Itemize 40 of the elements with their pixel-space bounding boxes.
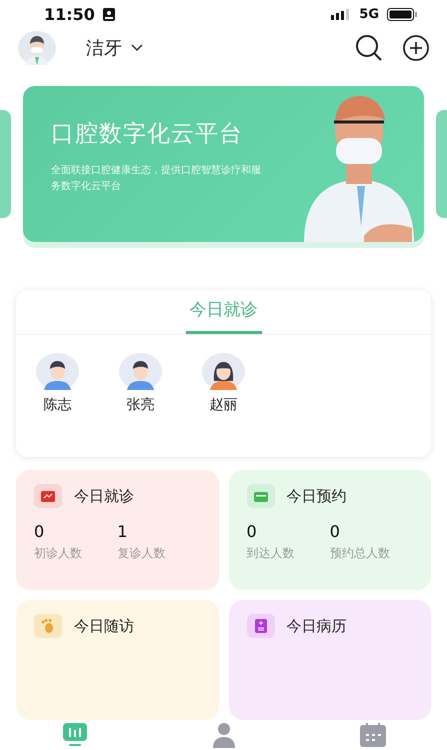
stat-value: 1 — [117, 522, 128, 542]
stat-value: 0 — [34, 522, 46, 542]
stat-label: 复诊人数 — [117, 545, 166, 562]
stat-card[interactable]: 今日就诊 0 初诊人数 1 复诊人数 — [16, 470, 218, 590]
signal-icon — [331, 9, 352, 20]
stat-label: 到达人数 — [246, 545, 296, 562]
avatar-icon — [119, 352, 162, 390]
stat-title: 今日就诊 — [74, 486, 134, 506]
patient-name[interactable]: 陈志 — [44, 396, 72, 414]
patient-name[interactable]: 赵丽 — [210, 396, 238, 414]
person-tab[interactable] — [210, 722, 236, 748]
stat-title: 今日病历 — [286, 616, 346, 636]
stat-card[interactable]: 今日随访 — [16, 600, 218, 720]
network-label: 5G — [359, 7, 379, 22]
id-card-icon — [102, 8, 115, 22]
banner-subtitle: 全面联接口腔健康生态，提供口腔智慧诊疗和服务数字化云平台 — [51, 164, 261, 194]
chart-case-icon — [41, 490, 55, 502]
search-icon[interactable] — [355, 34, 383, 62]
footprint-icon — [41, 619, 55, 634]
battery-icon — [387, 8, 417, 22]
card-icon — [254, 490, 268, 502]
chevron-down-icon[interactable] — [130, 44, 144, 52]
stat-label: 初诊人数 — [34, 545, 83, 562]
stat-card[interactable]: 今日病历 — [228, 600, 431, 720]
stat-label: 预约总人数 — [330, 545, 391, 562]
stat-title: 今日预约 — [286, 486, 346, 506]
stat-value: 0 — [246, 522, 258, 542]
status-time: 11:50 — [44, 5, 95, 24]
avatar-icon — [36, 352, 79, 390]
document-icon — [254, 619, 266, 634]
banner-title: 口腔数字化云平台 — [51, 120, 244, 149]
calendar-tab[interactable] — [360, 723, 386, 747]
patient-name[interactable]: 张亮 — [126, 396, 154, 414]
stat-card[interactable]: 今日预约 0 到达人数 0 预约总人数 — [228, 470, 431, 590]
avatar-icon[interactable] — [18, 30, 56, 65]
add-icon[interactable] — [403, 34, 429, 61]
avatar-icon — [202, 352, 245, 390]
stat-value: 0 — [330, 522, 341, 542]
clinic-selector[interactable]: 洁牙 — [86, 36, 122, 60]
stat-title: 今日随访 — [74, 616, 134, 636]
